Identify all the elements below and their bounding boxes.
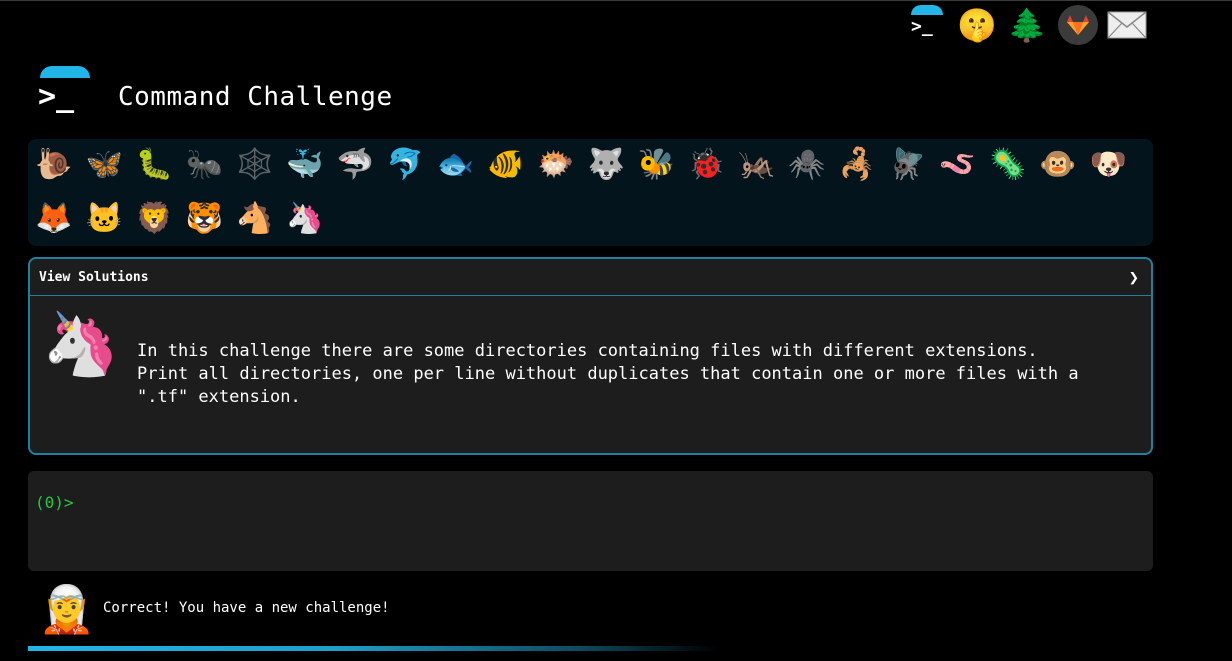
challenge-panel: View Solutions ❯ 🦄 In this challenge the… [28,257,1153,455]
view-solutions-label: View Solutions [39,270,149,285]
unicorn-avatar-icon: 🦄 [42,307,120,380]
description-line: Print all directories, one per line with… [137,364,1079,384]
animal-dolphin-icon[interactable]: 🐬 [385,145,425,185]
animal-horse-icon[interactable]: 🐴 [235,199,275,239]
envelope-icon [1107,11,1147,39]
animal-tropical-fish-icon[interactable]: 🐠 [486,145,526,185]
animal-spider-web-icon[interactable]: 🕸️ [235,145,275,185]
status-message: Correct! You have a new challenge! [103,600,390,616]
animal-ladybug-icon[interactable]: 🐞 [687,145,727,185]
logo-icon[interactable]: >_ [34,64,96,120]
animal-bee-icon[interactable]: 🐝 [636,145,676,185]
animal-snail-icon[interactable]: 🐌 [34,145,74,185]
status-bar: 🧝 Correct! You have a new challenge! [38,580,738,640]
animal-unicorn-icon[interactable]: 🦄 [285,199,325,239]
mail-link[interactable] [1106,4,1148,46]
progress-bar [28,646,718,651]
chevron-right-icon: ❯ [1128,268,1139,288]
view-solutions-toggle[interactable]: View Solutions ❯ [30,259,1151,296]
animal-worm-icon[interactable]: 🪱 [938,145,978,185]
animal-caterpillar-icon[interactable]: 🐛 [134,145,174,185]
page-title: Command Challenge [118,82,393,112]
page-header: >_ Command Challenge [34,64,634,124]
animal-whale-icon[interactable]: 🐳 [285,145,325,185]
animal-tiger-icon[interactable]: 🐯 [185,199,225,239]
description-line: ".tf" extension. [137,387,301,407]
terminal-prompt: (0)> [35,493,74,512]
animal-shark-icon[interactable]: 🦈 [335,145,375,185]
gitlab-icon [1058,5,1098,45]
challenge-animal-bar: 🐌 🦋 🐛 🐜 🕸️ 🐳 🦈 🐬 🐟 🐠 🐡 🐺 🐝 🐞 🦗 🕷️ 🦂 🪰 🪱 🦠 🐵 🐶 🦊 🐱 🦁 🐯 🐴 🦄 [28,139,1153,246]
nav-terminal-link[interactable]: >_ [906,4,948,46]
challenge-description: In this challenge there are some directo… [137,340,1137,409]
elf-avatar-icon: 🧝 [38,582,96,636]
animal-butterfly-icon[interactable]: 🦋 [84,145,124,185]
animal-cricket-icon[interactable]: 🦗 [737,145,777,185]
tree-icon[interactable]: 🌲 [1006,4,1048,46]
animal-scorpion-icon[interactable]: 🦂 [837,145,877,185]
terminal-input[interactable]: (0)> [28,471,1153,571]
animal-lion-icon[interactable]: 🦁 [134,199,174,239]
animal-blowfish-icon[interactable]: 🐡 [536,145,576,185]
animal-fly-icon[interactable]: 🪰 [887,145,927,185]
animal-microbe-icon[interactable]: 🦠 [988,145,1028,185]
animal-fox-icon[interactable]: 🦊 [34,199,74,239]
terminal-icon: >_ [907,5,947,45]
top-border [0,0,1232,1]
animal-wolf-icon[interactable]: 🐺 [586,145,626,185]
shushing-face-icon[interactable]: 🤫 [956,4,998,46]
animal-monkey-icon[interactable]: 🐵 [1038,145,1078,185]
animal-fish-icon[interactable]: 🐟 [436,145,476,185]
gitlab-link[interactable] [1057,4,1099,46]
animal-spider-icon[interactable]: 🕷️ [787,145,827,185]
animal-ant-icon[interactable]: 🐜 [185,145,225,185]
description-line: In this challenge there are some directo… [137,341,1038,361]
top-nav: >_ 🤫 🌲 [906,4,1156,48]
animal-cat-icon[interactable]: 🐱 [84,199,124,239]
animal-dog-icon[interactable]: 🐶 [1088,145,1128,185]
